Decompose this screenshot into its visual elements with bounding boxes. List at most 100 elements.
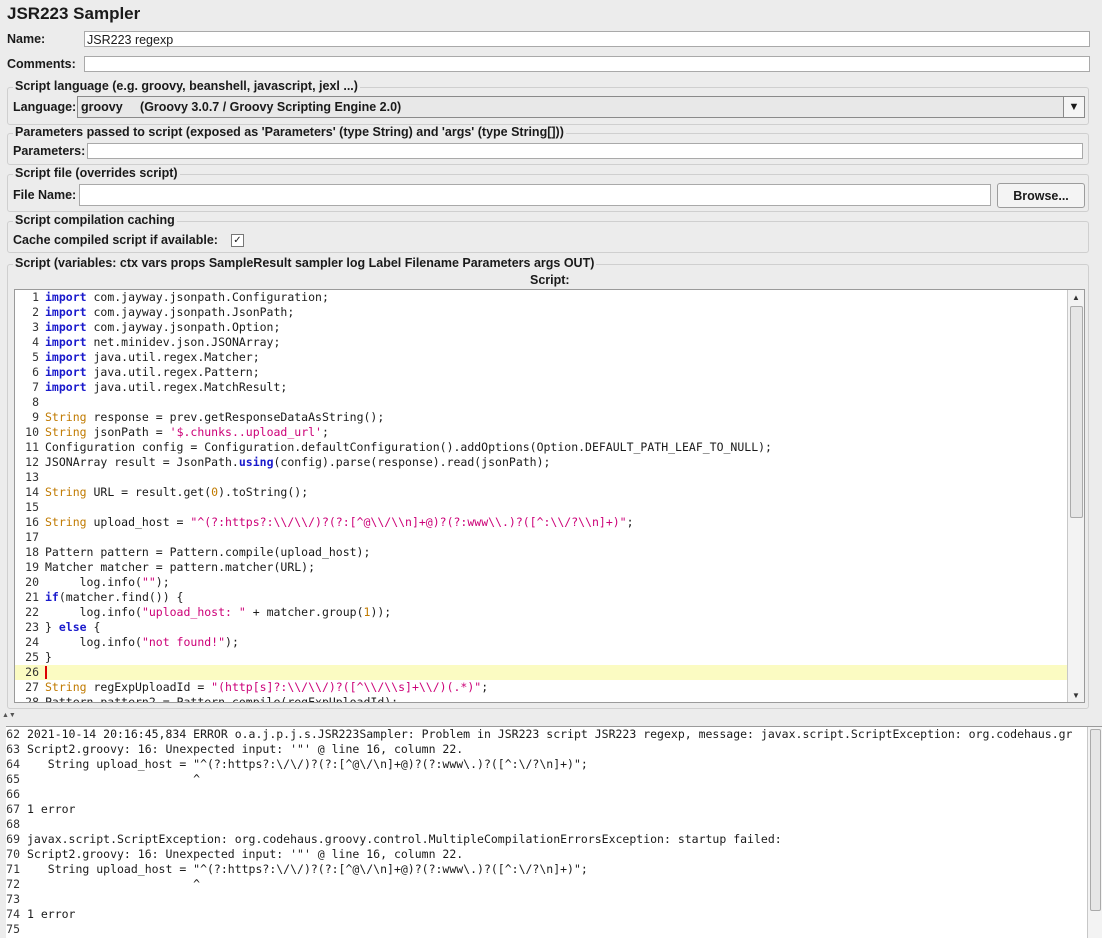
line-number: 17: [25, 530, 39, 544]
script-group-title: Script (variables: ctx vars props Sample…: [13, 256, 597, 270]
code-line[interactable]: 19 Matcher matcher = pattern.matcher(URL)…: [15, 560, 1068, 575]
editor-scrollbar[interactable]: ▲ ▼: [1067, 290, 1084, 702]
line-number: 28: [25, 695, 39, 703]
code-line[interactable]: 3 import com.jayway.jsonpath.Option;: [15, 320, 1068, 335]
line-number: 16: [25, 515, 39, 529]
code-line[interactable]: 16 String upload_host = "^(?:https?:\\/\\…: [15, 515, 1068, 530]
line-number: 20: [25, 575, 39, 589]
code-line[interactable]: 6 import java.util.regex.Pattern;: [15, 365, 1068, 380]
line-number: 8: [32, 395, 39, 409]
code-line[interactable]: 15: [15, 500, 1068, 515]
code-line[interactable]: 11 Configuration config = Configuration.d…: [15, 440, 1068, 455]
script-header: Script:: [530, 273, 570, 287]
code-line[interactable]: 17: [15, 530, 1068, 545]
chevron-down-icon[interactable]: ▼: [1063, 97, 1084, 117]
line-number: 27: [25, 680, 39, 694]
splitter-icon[interactable]: ▲▼: [0, 712, 1102, 724]
code-line[interactable]: 4 import net.minidev.json.JSONArray;: [15, 335, 1068, 350]
log-line-number: 69: [6, 832, 20, 846]
log-line-text: ^: [27, 772, 201, 786]
cache-checkbox[interactable]: ✓: [231, 234, 244, 247]
line-number: 13: [25, 470, 39, 484]
code-line[interactable]: 9 String response = prev.getResponseDataA…: [15, 410, 1068, 425]
comments-field[interactable]: [84, 56, 1090, 72]
log-line-text: Script2.groovy: 16: Unexpected input: '"…: [27, 847, 464, 861]
code-line[interactable]: 26: [15, 665, 1068, 680]
line-number: 15: [25, 500, 39, 514]
code-line[interactable]: 2 import com.jayway.jsonpath.JsonPath;: [15, 305, 1068, 320]
log-line-text: javax.script.ScriptException: org.codeha…: [27, 832, 782, 846]
scroll-down-icon[interactable]: ▼: [1068, 688, 1084, 702]
log-line-text: 1 error: [27, 907, 76, 921]
code-text: log.info("not found!");: [45, 635, 239, 649]
line-number: 6: [32, 365, 39, 379]
parameters-group-title: Parameters passed to script (exposed as …: [13, 125, 566, 139]
parameters-label: Parameters:: [13, 144, 86, 158]
code-text: import com.jayway.jsonpath.Option;: [45, 320, 281, 334]
code-text: String regExpUploadId = "(http[s]?:\\/\\…: [45, 680, 489, 694]
browse-button[interactable]: Browse...: [997, 183, 1085, 208]
log-line-number: 66: [6, 787, 20, 801]
code-text: import com.jayway.jsonpath.JsonPath;: [45, 305, 295, 319]
code-line[interactable]: 7 import java.util.regex.MatchResult;: [15, 380, 1068, 395]
log-line-number: 75: [6, 922, 20, 936]
code-area[interactable]: 1 import com.jayway.jsonpath.Configuratio…: [15, 290, 1068, 702]
code-text: log.info("upload_host: " + matcher.group…: [45, 605, 392, 619]
code-line[interactable]: 5 import java.util.regex.Matcher;: [15, 350, 1068, 365]
file-name-field[interactable]: [79, 184, 991, 206]
code-text: JSONArray result = JsonPath.using(config…: [45, 455, 551, 469]
code-line[interactable]: 22 log.info("upload_host: " + matcher.gr…: [15, 605, 1068, 620]
code-text: String response = prev.getResponseDataAs…: [45, 410, 385, 424]
line-number: 18: [25, 545, 39, 559]
code-line[interactable]: 25}: [15, 650, 1068, 665]
code-text: import com.jayway.jsonpath.Configuration…: [45, 290, 329, 304]
code-line[interactable]: 12 JSONArray result = JsonPath.using(conf…: [15, 455, 1068, 470]
text-caret: [45, 666, 47, 679]
name-field[interactable]: JSR223 regexp: [84, 31, 1090, 47]
code-line[interactable]: 24 log.info("not found!");: [15, 635, 1068, 650]
log-line-number: 67: [6, 802, 20, 816]
log-scroll-thumb[interactable]: [1090, 729, 1101, 911]
script-language-group-title: Script language (e.g. groovy, beanshell,…: [13, 79, 360, 93]
panel-title: JSR223 Sampler: [7, 4, 141, 23]
code-line[interactable]: 20 log.info("");: [15, 575, 1068, 590]
line-number: 12: [25, 455, 39, 469]
code-line[interactable]: 8: [15, 395, 1068, 410]
log-line-number: 71: [6, 862, 20, 876]
code-line[interactable]: 18 Pattern pattern = Pattern.compile(uplo…: [15, 545, 1068, 560]
code-line[interactable]: 23} else {: [15, 620, 1068, 635]
scroll-up-icon[interactable]: ▲: [1068, 290, 1084, 304]
code-line[interactable]: 10 String jsonPath = '$.chunks..upload_ur…: [15, 425, 1068, 440]
code-line[interactable]: 28 Pattern pattern2 = Pattern.compile(reg…: [15, 695, 1068, 703]
code-text: String jsonPath = '$.chunks..upload_url'…: [45, 425, 329, 439]
code-text: Configuration config = Configuration.def…: [45, 440, 772, 454]
code-text: Matcher matcher = pattern.matcher(URL);: [45, 560, 316, 574]
log-panel[interactable]: 62 2021-10-14 20:16:45,834 ERROR o.a.j.p.…: [6, 726, 1102, 938]
scroll-thumb[interactable]: [1070, 306, 1083, 518]
code-text: log.info("");: [45, 575, 170, 589]
file-name-label: File Name:: [13, 188, 77, 202]
log-scrollbar[interactable]: [1087, 727, 1102, 938]
code-text: }: [45, 650, 52, 664]
log-line-number: 65: [6, 772, 20, 786]
code-line[interactable]: 14 String URL = result.get(0).toString();: [15, 485, 1068, 500]
script-editor[interactable]: 1 import com.jayway.jsonpath.Configuratio…: [14, 289, 1085, 703]
line-number: 26: [25, 665, 39, 679]
code-line[interactable]: 27 String regExpUploadId = "(http[s]?:\\/…: [15, 680, 1068, 695]
language-select[interactable]: groovy (Groovy 3.0.7 / Groovy Scripting …: [77, 96, 1085, 118]
log-line-text: Script2.groovy: 16: Unexpected input: '"…: [27, 742, 464, 756]
line-number: 21: [25, 590, 39, 604]
code-text: if(matcher.find()) {: [45, 590, 184, 604]
line-number: 5: [32, 350, 39, 364]
code-line[interactable]: 21 if(matcher.find()) {: [15, 590, 1068, 605]
log-line-number: 72: [6, 877, 20, 891]
parameters-field[interactable]: [87, 143, 1083, 159]
log-line-text: String upload_host = "^(?:https?:\/\/)?(…: [27, 757, 588, 771]
line-number: 23: [25, 620, 39, 634]
code-text: import java.util.regex.Pattern;: [45, 365, 260, 379]
language-label: Language:: [13, 100, 77, 114]
code-line[interactable]: 13: [15, 470, 1068, 485]
code-line[interactable]: 1 import com.jayway.jsonpath.Configuratio…: [15, 290, 1068, 305]
code-text: String URL = result.get(0).toString();: [45, 485, 309, 499]
script-file-group-title: Script file (overrides script): [13, 166, 180, 180]
